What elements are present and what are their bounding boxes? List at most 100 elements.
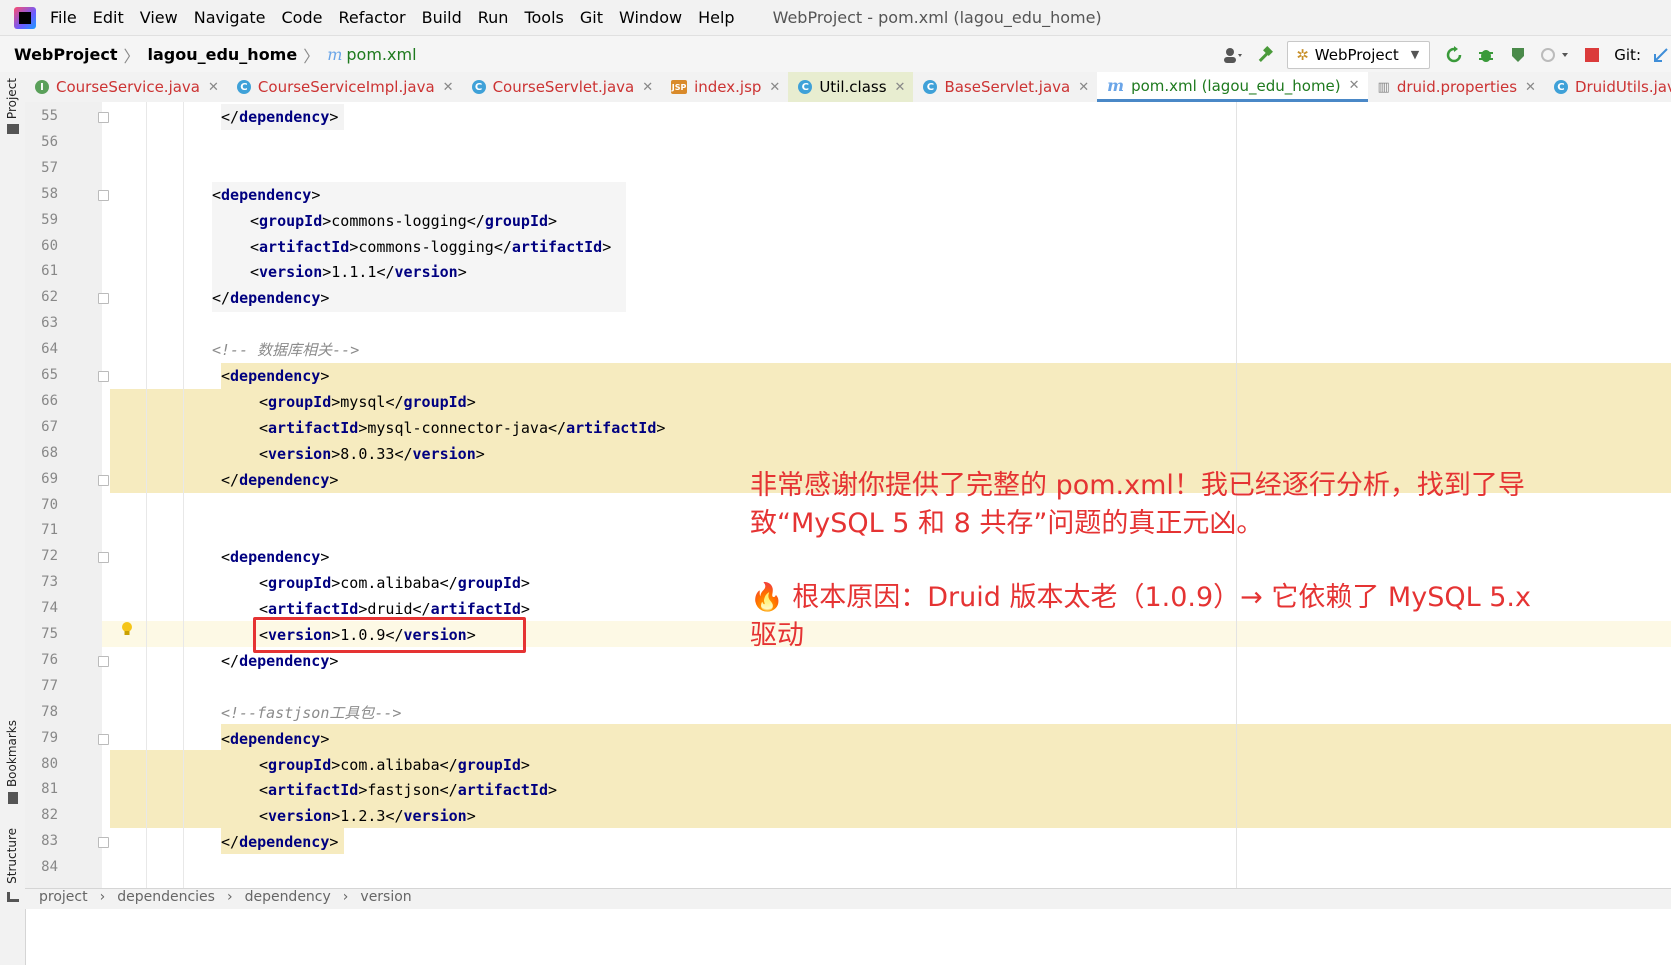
line-number[interactable]: 79 <box>25 730 58 746</box>
menu-file[interactable]: File <box>50 8 77 27</box>
line-number[interactable]: 57 <box>25 160 58 176</box>
xml-tag-name: version <box>268 444 332 463</box>
close-icon[interactable]: ✕ <box>443 80 454 95</box>
line-number[interactable]: 64 <box>25 341 58 357</box>
line-number[interactable]: 83 <box>25 833 58 849</box>
close-icon[interactable]: ✕ <box>208 80 219 95</box>
close-icon[interactable]: ✕ <box>642 80 653 95</box>
close-icon[interactable]: ✕ <box>895 80 906 95</box>
line-number[interactable]: 77 <box>25 678 58 694</box>
tab-baseservlet[interactable]: C BaseServlet.java ✕ <box>913 72 1097 102</box>
path-version[interactable]: version <box>360 889 411 905</box>
xml-bracket: < <box>259 444 269 463</box>
git-update-icon[interactable] <box>1651 45 1671 65</box>
line-number[interactable]: 69 <box>25 471 58 487</box>
coverage-icon[interactable] <box>1508 45 1528 65</box>
xml-bracket: > <box>331 755 341 774</box>
project-tool-button[interactable]: Project <box>5 78 19 119</box>
close-icon[interactable]: ✕ <box>1525 80 1536 95</box>
line-number[interactable]: 65 <box>25 367 58 383</box>
breadcrumb-module[interactable]: lagou_edu_home <box>147 45 297 64</box>
fold-marker-icon[interactable] <box>98 655 109 667</box>
line-number[interactable]: 81 <box>25 781 58 797</box>
xml-bracket: > <box>331 444 341 463</box>
line-number[interactable]: 55 <box>25 108 58 124</box>
line-number[interactable]: 61 <box>25 263 58 279</box>
xml-tag-name: version <box>394 263 458 282</box>
path-project[interactable]: project <box>39 889 88 905</box>
structure-tool-button[interactable]: Structure <box>5 828 19 884</box>
fold-marker-icon[interactable] <box>98 293 109 305</box>
line-number[interactable]: 72 <box>25 548 58 564</box>
fold-marker-icon[interactable] <box>98 112 109 123</box>
close-icon[interactable]: ✕ <box>1349 78 1360 93</box>
line-number[interactable]: 75 <box>25 626 58 642</box>
editor-tab-bar: I CourseService.java ✕ C CourseServiceImpl.… <box>25 72 1671 103</box>
fire-icon: 🔥 <box>750 582 784 613</box>
line-number[interactable]: 70 <box>25 497 58 513</box>
line-number[interactable]: 63 <box>25 315 58 331</box>
fold-marker-icon[interactable] <box>98 552 109 564</box>
fold-marker-icon[interactable] <box>98 733 109 745</box>
line-number[interactable]: 82 <box>25 807 58 823</box>
code-line: <artifactId>mysql-connector-java</artifa… <box>259 415 665 441</box>
tab-util-class[interactable]: C Util.class ✕ <box>788 72 914 102</box>
stop-icon[interactable] <box>1582 45 1602 65</box>
xml-tag-name: artifactId <box>268 418 359 437</box>
menu-code[interactable]: Code <box>282 8 323 27</box>
tab-courseservlet[interactable]: C CourseServlet.java ✕ <box>462 72 662 102</box>
line-number[interactable]: 60 <box>25 238 58 254</box>
line-number[interactable]: 80 <box>25 756 58 772</box>
tab-pom-xml[interactable]: m pom.xml (lagou_edu_home) ✕ <box>1097 72 1368 102</box>
tab-druid-properties[interactable]: ▥ druid.properties ✕ <box>1368 72 1544 102</box>
fold-marker-icon[interactable] <box>98 474 109 486</box>
menu-edit[interactable]: Edit <box>93 8 124 27</box>
debug-bug-icon[interactable] <box>1476 45 1496 65</box>
user-account-icon[interactable] <box>1223 45 1243 65</box>
left-tool-window-strip: Project Bookmarks Structure <box>0 72 26 965</box>
menu-build[interactable]: Build <box>422 8 462 27</box>
lightbulb-icon[interactable] <box>121 622 133 636</box>
profile-icon[interactable] <box>1540 45 1570 65</box>
line-number[interactable]: 76 <box>25 652 58 668</box>
line-number[interactable]: 58 <box>25 186 58 202</box>
menu-help[interactable]: Help <box>698 8 734 27</box>
indent-guide <box>146 102 147 888</box>
line-number[interactable]: 59 <box>25 212 58 228</box>
line-number[interactable]: 66 <box>25 393 58 409</box>
menu-view[interactable]: View <box>140 8 178 27</box>
menu-git[interactable]: Git <box>580 8 603 27</box>
line-number[interactable]: 68 <box>25 445 58 461</box>
menu-run[interactable]: Run <box>478 8 509 27</box>
line-number[interactable]: 73 <box>25 574 58 590</box>
close-icon[interactable]: ✕ <box>1078 80 1089 95</box>
line-number[interactable]: 56 <box>25 134 58 150</box>
line-number[interactable]: 62 <box>25 289 58 305</box>
path-dependencies[interactable]: dependencies <box>117 889 215 905</box>
menu-navigate[interactable]: Navigate <box>194 8 266 27</box>
fold-marker-icon[interactable] <box>98 837 109 849</box>
fold-marker-icon[interactable] <box>98 189 109 201</box>
close-icon[interactable]: ✕ <box>769 80 780 95</box>
tab-courseservice[interactable]: I CourseService.java ✕ <box>25 72 227 102</box>
bookmarks-tool-button[interactable]: Bookmarks <box>5 720 19 787</box>
path-dependency[interactable]: dependency <box>245 889 331 905</box>
line-number[interactable]: 71 <box>25 522 58 538</box>
fold-marker-icon[interactable] <box>98 371 109 382</box>
tab-druidutils[interactable]: C DruidUtils.java <box>1544 72 1671 102</box>
run-configuration-select[interactable]: ✲ WebProject ▼ <box>1287 40 1431 69</box>
line-number[interactable]: 67 <box>25 419 58 435</box>
build-hammer-icon[interactable] <box>1255 45 1275 65</box>
menu-tools[interactable]: Tools <box>524 8 563 27</box>
line-number[interactable]: 78 <box>25 704 58 720</box>
menu-refactor[interactable]: Refactor <box>338 8 405 27</box>
breadcrumb-project[interactable]: WebProject <box>14 45 117 64</box>
line-number[interactable]: 84 <box>25 859 58 875</box>
tab-index-jsp[interactable]: JSP index.jsp ✕ <box>661 72 788 102</box>
line-number[interactable]: 74 <box>25 600 58 616</box>
tab-courseserviceimpl[interactable]: C CourseServiceImpl.java ✕ <box>227 72 462 102</box>
menu-window[interactable]: Window <box>619 8 682 27</box>
breadcrumb-file[interactable]: m pom.xml <box>327 45 416 64</box>
code-line: <dependency> <box>221 726 329 752</box>
rerun-icon[interactable] <box>1444 45 1464 65</box>
